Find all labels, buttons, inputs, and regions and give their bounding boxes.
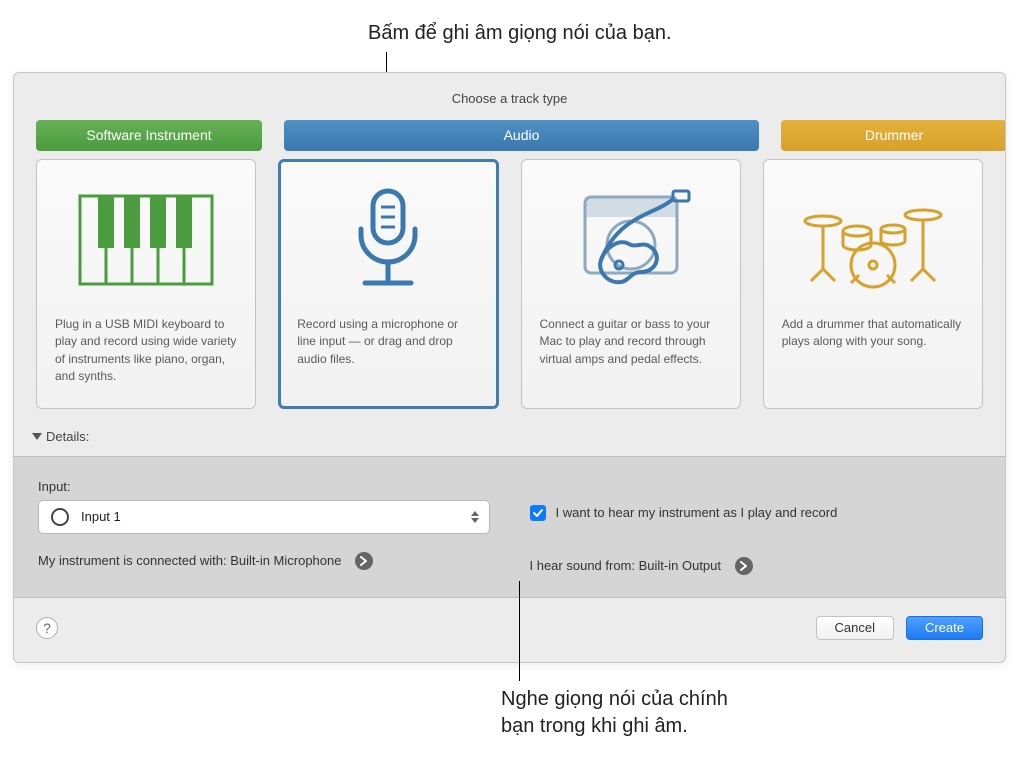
- connected-goto-button[interactable]: [355, 552, 373, 570]
- track-type-cards: Plug in a USB MIDI keyboard to play and …: [14, 159, 1005, 425]
- hear-from-row: I hear sound from: Built-in Output: [530, 557, 982, 575]
- connected-with-row: My instrument is connected with: Built-i…: [38, 552, 490, 570]
- callout-bottom-l1: Nghe giọng nói của chính: [501, 686, 728, 713]
- connected-with-text: My instrument is connected with: Built-i…: [38, 553, 341, 568]
- guitar-amp-icon: [540, 178, 722, 302]
- card-drummer[interactable]: Add a drummer that automatically plays a…: [763, 159, 983, 409]
- piano-keys-icon: [55, 178, 237, 302]
- input-value: Input 1: [81, 509, 459, 524]
- card-si-desc: Plug in a USB MIDI keyboard to play and …: [55, 316, 237, 386]
- microphone-icon: [297, 178, 479, 302]
- disclosure-triangle-icon: [32, 433, 42, 440]
- hear-goto-button[interactable]: [735, 557, 753, 575]
- monitor-checkbox[interactable]: [530, 505, 546, 521]
- callout-bottom: Nghe giọng nói của chính bạn trong khi g…: [501, 686, 728, 740]
- monitor-row: I want to hear my instrument as I play a…: [530, 505, 982, 521]
- card-audio-guitar[interactable]: Connect a guitar or bass to your Mac to …: [521, 159, 741, 409]
- tab-drummer[interactable]: Drummer: [781, 120, 1006, 151]
- new-track-dialog: Choose a track type Software Instrument …: [13, 72, 1006, 663]
- callout-bottom-l2: bạn trong khi ghi âm.: [501, 713, 728, 740]
- help-button[interactable]: ?: [36, 617, 58, 639]
- track-type-tabs: Software Instrument Audio Drummer: [14, 120, 1005, 159]
- cancel-button[interactable]: Cancel: [816, 616, 894, 640]
- card-audio-mic[interactable]: Record using a microphone or line input …: [278, 159, 498, 409]
- input-channel-icon: [51, 508, 69, 526]
- card-software-instrument[interactable]: Plug in a USB MIDI keyboard to play and …: [36, 159, 256, 409]
- card-mic-desc: Record using a microphone or line input …: [297, 316, 479, 368]
- hear-from-text: I hear sound from: Built-in Output: [530, 558, 722, 573]
- input-select[interactable]: Input 1: [38, 500, 490, 534]
- drumkit-icon: [782, 178, 964, 302]
- details-label: Details:: [46, 429, 89, 444]
- details-col-left: Input: Input 1 My instrument is connecte…: [38, 479, 490, 575]
- details-col-right: I want to hear my instrument as I play a…: [530, 479, 982, 575]
- card-guitar-desc: Connect a guitar or bass to your Mac to …: [540, 316, 722, 368]
- callout-top: Bấm để ghi âm giọng nói của bạn.: [368, 20, 672, 47]
- create-button[interactable]: Create: [906, 616, 983, 640]
- details-panel: Input: Input 1 My instrument is connecte…: [14, 456, 1005, 598]
- input-label: Input:: [38, 479, 490, 494]
- callout-line-bottom: [519, 581, 520, 681]
- select-arrows-icon: [471, 511, 481, 523]
- callout-top-text: Bấm để ghi âm giọng nói của bạn.: [368, 22, 672, 44]
- details-disclosure[interactable]: Details:: [14, 425, 1005, 456]
- tab-software-instrument[interactable]: Software Instrument: [36, 120, 262, 151]
- card-drummer-desc: Add a drummer that automatically plays a…: [782, 316, 964, 351]
- tab-audio[interactable]: Audio: [284, 120, 759, 151]
- dialog-title: Choose a track type: [14, 73, 1005, 120]
- dialog-footer: ? Cancel Create: [14, 598, 1005, 662]
- monitor-label: I want to hear my instrument as I play a…: [556, 505, 838, 520]
